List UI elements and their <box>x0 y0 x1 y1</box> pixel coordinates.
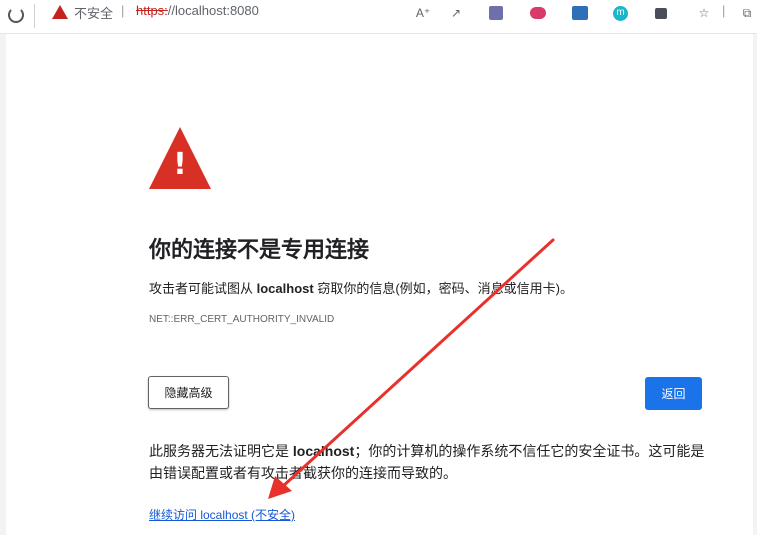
url-scheme: https: <box>136 3 168 18</box>
toolbar-separator: | <box>722 3 726 18</box>
address-bar-divider <box>34 4 35 28</box>
extension-icon-2[interactable] <box>530 7 546 19</box>
advanced-detail-text: 此服务器无法证明它是 localhost；你的计算机的操作系统不信任它的安全证书… <box>149 440 709 484</box>
extension-icon-3[interactable] <box>572 6 588 20</box>
collections-icon[interactable]: ⧉ <box>738 6 756 20</box>
error-code[interactable]: NET::ERR_CERT_AUTHORITY_INVALID <box>149 314 334 325</box>
extension-icon-5[interactable] <box>655 8 667 19</box>
not-secure-warning-icon[interactable] <box>52 5 68 19</box>
browser-toolbar: 不安全 | https://localhost:8080 A⁺ ↗ m ☆ | … <box>0 0 757 34</box>
favorites-icon[interactable]: ☆ <box>696 6 712 20</box>
right-border-strip <box>753 34 757 535</box>
url-host: //localhost:8080 <box>167 3 259 18</box>
proceed-unsafe-link[interactable]: 继续访问 localhost (不安全) <box>149 506 295 523</box>
exclamation-mark-icon: ! <box>173 147 187 182</box>
address-separator: | <box>121 3 125 18</box>
back-button[interactable]: 返回 <box>645 377 702 410</box>
desc-prefix: 攻击者可能试图从 <box>149 281 257 296</box>
reload-icon[interactable] <box>8 7 24 23</box>
desc-suffix: 窃取你的信息(例如，密码、消息或信用卡)。 <box>313 281 573 296</box>
hide-advanced-button[interactable]: 隐藏高级 <box>148 376 229 409</box>
address-bar-url[interactable]: https://localhost:8080 <box>136 3 259 18</box>
not-secure-label[interactable]: 不安全 <box>74 3 113 22</box>
text-size-icon[interactable]: A⁺ <box>413 6 433 20</box>
warning-description: 攻击者可能试图从 localhost 窃取你的信息(例如，密码、消息或信用卡)。 <box>149 278 573 297</box>
desc-host: localhost <box>256 281 314 296</box>
read-aloud-icon[interactable]: ↗ <box>446 6 466 20</box>
extension-icon-1[interactable] <box>489 6 503 20</box>
extension-m-icon[interactable]: m <box>613 6 628 21</box>
detail-host: localhost <box>292 443 355 459</box>
detail-prefix: 此服务器无法证明它是 <box>149 443 293 459</box>
page-title: 你的连接不是专用连接 <box>149 237 370 262</box>
left-border-strip <box>0 34 6 535</box>
